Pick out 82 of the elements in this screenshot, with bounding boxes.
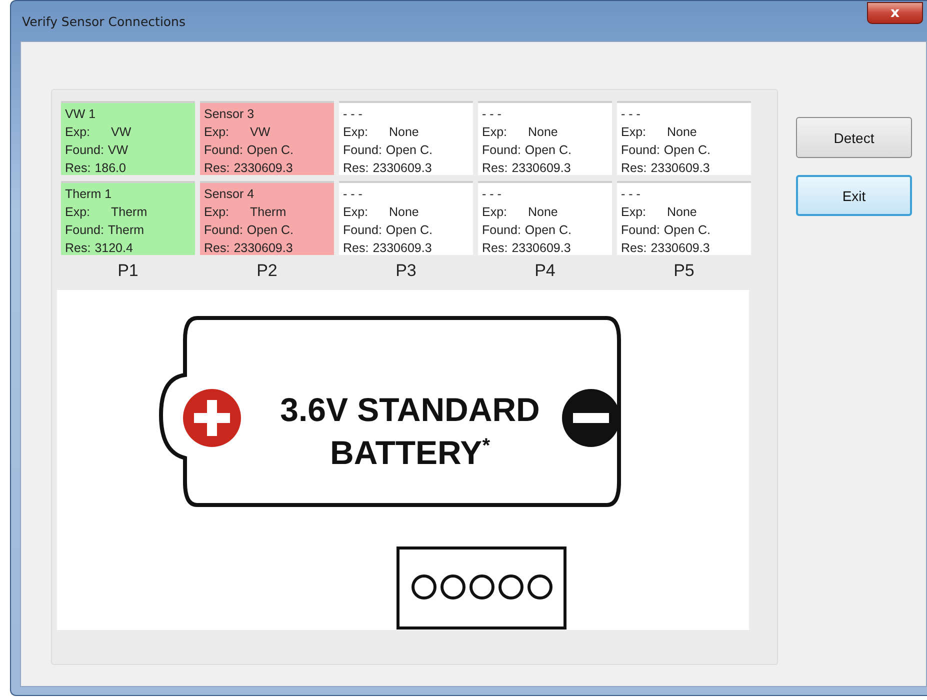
field-label: Exp: <box>482 124 508 141</box>
sensor-name: Therm 1 <box>65 186 112 203</box>
battery-label: 3.6V STANDARD BATTERY$^{*}$ <box>279 392 541 471</box>
field-value: 2330609.3 <box>234 240 293 257</box>
field-value: None <box>667 204 697 221</box>
field-label: Exp: <box>204 204 230 221</box>
field-label: Res: <box>204 240 230 257</box>
field-value: 2330609.3 <box>372 240 432 257</box>
field-value: Open C. <box>524 142 572 159</box>
field-label: Exp: <box>204 124 230 141</box>
field-value: Open C. <box>386 142 432 159</box>
field-label: Found: <box>65 222 104 239</box>
field-label: Res: <box>482 240 508 257</box>
port-label: P4 <box>534 261 556 281</box>
field-value: Therm <box>108 222 144 239</box>
window-title: Verify Sensor Connections <box>21 14 186 28</box>
field-value: VW <box>250 124 270 141</box>
field-label: Res: <box>621 160 647 177</box>
sensor-name: - - - <box>482 186 502 203</box>
field-value: Open C. <box>386 222 432 239</box>
field-label: Res: <box>621 240 647 257</box>
field-label: Found: <box>482 222 521 239</box>
field-label: Exp: <box>65 204 92 221</box>
field-label: Found: <box>65 142 104 159</box>
field-value: 186.0 <box>94 160 126 177</box>
field-label: Res: <box>65 160 91 177</box>
sensor-name: - - - <box>482 106 502 123</box>
port-label: P2 <box>256 261 278 281</box>
sensor-name: VW 1 <box>65 106 96 123</box>
field-label: Found: <box>621 142 660 159</box>
field-label: Exp: <box>343 204 370 221</box>
close-button[interactable]: x <box>867 2 923 24</box>
field-label: Exp: <box>621 204 648 221</box>
field-value: Open C. <box>664 142 710 159</box>
sensor-name: - - - <box>621 186 640 203</box>
field-label: Exp: <box>482 204 508 221</box>
field-value: Open C. <box>246 222 294 239</box>
sensor-name: - - - <box>343 106 362 123</box>
port-label: P1 <box>118 261 138 281</box>
sensor-name: - - - <box>343 186 362 203</box>
field-value: 2330609.3 <box>512 240 571 257</box>
port-label: P5 <box>674 261 694 281</box>
plus-terminal-icon <box>183 389 241 447</box>
dialog-button[interactable]: Detect <box>796 117 912 158</box>
field-value: VW <box>108 142 128 159</box>
sensor-name: - - - <box>621 106 640 123</box>
sensor-name: Sensor 3 <box>204 106 254 123</box>
field-value: 2330609.3 <box>372 160 432 177</box>
field-value: 2330609.3 <box>512 160 571 177</box>
dialog-button[interactable]: Exit <box>796 175 912 216</box>
field-value: None <box>528 124 558 141</box>
field-value: Open C. <box>524 222 572 239</box>
field-value: 3120.4 <box>94 240 133 257</box>
field-value: Open C. <box>664 222 710 239</box>
field-label: Res: <box>204 160 230 177</box>
field-label: Found: <box>343 142 382 159</box>
minus-terminal-icon <box>562 389 620 447</box>
sensor-name: Sensor 4 <box>204 186 254 203</box>
field-label: Found: <box>204 222 243 239</box>
field-label: Found: <box>482 142 521 159</box>
field-value: 2330609.3 <box>650 160 710 177</box>
field-value: Therm <box>111 204 148 221</box>
field-label: Res: <box>343 160 369 177</box>
field-label: Exp: <box>343 124 370 141</box>
field-label: Found: <box>204 142 243 159</box>
field-value: None <box>528 204 558 221</box>
field-label: Found: <box>621 222 660 239</box>
port-label: P3 <box>396 261 416 281</box>
field-label: Found: <box>343 222 382 239</box>
field-value: None <box>667 124 697 141</box>
field-value: VW <box>111 124 132 141</box>
field-value: None <box>389 204 419 221</box>
field-label: Exp: <box>621 124 648 141</box>
field-value: Open C. <box>246 142 294 159</box>
field-label: Exp: <box>65 124 92 141</box>
field-label: Res: <box>343 240 369 257</box>
field-value: 2330609.3 <box>234 160 293 177</box>
field-value: 2330609.3 <box>650 240 710 257</box>
field-label: Res: <box>65 240 91 257</box>
field-value: None <box>389 124 419 141</box>
field-label: Res: <box>482 160 508 177</box>
field-value: Therm <box>250 204 286 221</box>
